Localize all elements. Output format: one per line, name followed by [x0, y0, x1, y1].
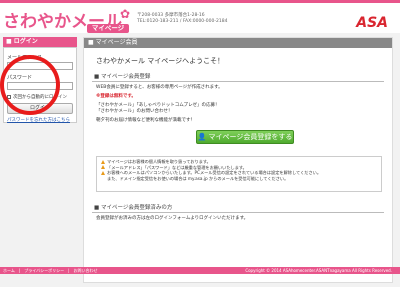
page-content: ■ ログイン メールアドレス パスワード 次回から自動的にログイン ログイン パ…: [0, 33, 400, 287]
forgot-password-link[interactable]: パスワードを忘れた方はこちら: [7, 117, 73, 123]
welcome-message: さわやかメール マイページへようこそ！: [96, 57, 225, 65]
register-description: WEB会員に登録すると、お客様の専用ページが作成されます。: [96, 85, 223, 90]
benefit-line: 「さわやかメール」のお問い合わせ！: [96, 109, 173, 114]
copyright: Copyright © 2014 ASAhomecenter.ASANTnaga…: [245, 268, 392, 273]
notice-line: また、ドメイン指定受信をお使いの場合は my.asa.jp からのメールを受信可…: [107, 175, 289, 181]
paw-icon: ✿: [120, 7, 131, 21]
footer-link-home[interactable]: ホーム: [3, 268, 15, 273]
footer-nav: ホーム | プライバシーポリシー | お問い合わせ Copyright © 2014 A…: [0, 267, 400, 274]
main-heading: ■ マイページ会員: [84, 38, 392, 48]
registered-section-heading: ■ マイページ会員登録済みの方: [92, 204, 384, 213]
footer-links: ホーム | プライバシーポリシー | お問い合わせ: [3, 268, 98, 273]
warning-icon: [101, 159, 105, 164]
register-button[interactable]: 👤 マイページ会員登録をする: [196, 130, 294, 144]
footer-link-contact[interactable]: お問い合わせ: [74, 268, 98, 273]
store-address: 〒208-0033 多摩市落合1-28-16 TEL:0120-183-211 …: [137, 13, 227, 25]
red-highlight-circle: [0, 55, 60, 115]
site-logo[interactable]: さわやかメール ✿ マイページ: [3, 7, 131, 33]
registered-description: 会員登録がお済みの方は左のログインフォームよりログインいただけます。: [96, 216, 249, 221]
login-heading: ■ ログイン: [3, 37, 77, 47]
contact-line: TEL:0120-183-211 / FAX:0000-000-2184: [137, 19, 228, 24]
free-notice: ※登録は無料です。: [96, 94, 136, 99]
warning-icon: [101, 165, 105, 169]
benefit-line: 朝夕刊のお届け情報など便利な機能が満載です！: [96, 118, 195, 123]
site-header: さわやかメール ✿ マイページ 〒208-0033 多摩市落合1-28-16 T…: [0, 3, 400, 33]
logo-subtitle: マイページ: [87, 24, 129, 33]
user-icon: 👤: [197, 133, 207, 141]
notice-box: マイページはお客様の個人情報を取り扱っております。 「メールアドレス」「パスワー…: [96, 156, 382, 192]
footer-link-privacy[interactable]: プライバシーポリシー: [24, 268, 64, 273]
main-panel: ■ マイページ会員 さわやかメール マイページへようこそ！ ■ マイページ会員登…: [83, 37, 393, 283]
asa-logo: ASA: [356, 15, 388, 31]
register-section-heading: ■ マイページ会員登録: [92, 73, 384, 82]
warning-icon: [101, 170, 105, 175]
